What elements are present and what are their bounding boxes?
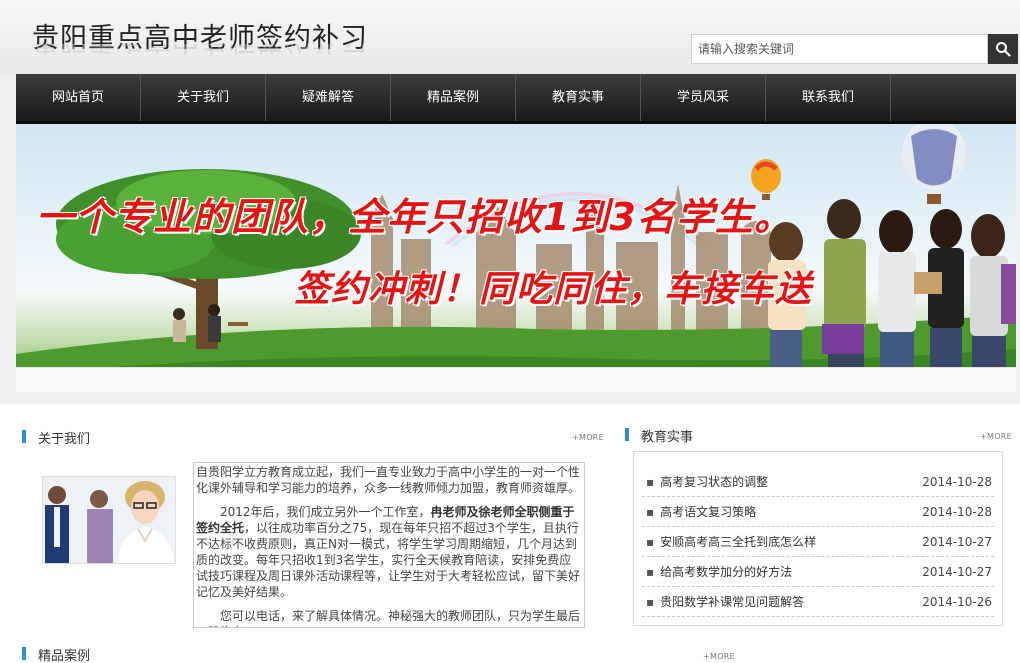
news-list: ▪ 高考复习状态的调整 2014-10-28 ▪ 高考语文复习策略 2014-10-… — [633, 451, 1003, 626]
main-nav: 网站首页 关于我们 疑难解答 精品案例 教育实事 学员风采 联系我们 — [16, 74, 1016, 124]
team-photo-illustration — [43, 477, 175, 563]
about-paragraph-2: 2012年后，我们成立另外一个工作室，冉老师及徐老师全职侧重于签约全托，以往成功… — [196, 504, 582, 600]
news-item-title-wrap: ▪ 给高考数学加分的好方法 — [646, 563, 792, 580]
about-paragraph-2-start: 2012年后，我们成立另外一个工作室， — [220, 505, 431, 519]
banner-slogan-line1: 一个专业的团队，全年只招收1到3名学生。 — [36, 195, 793, 239]
news-item-date: 2014-10-27 — [922, 534, 992, 549]
banner-slogan-line2: 签约冲刺！同吃同住，车接车送 — [294, 269, 813, 310]
search-input[interactable] — [691, 34, 988, 64]
news-item-date: 2014-10-28 — [922, 504, 992, 519]
nav-item-cases[interactable]: 精品案例 — [391, 74, 516, 121]
site-title-reflection: 贵阳重点高中老师签约补习 — [32, 44, 368, 62]
about-section-title[interactable]: 关于我们 — [22, 428, 90, 447]
news-item-title[interactable]: 高考复习状态的调整 — [660, 475, 768, 489]
about-paragraph-2-rest: ，以往成功率百分之75，现在每年只招不超过3个学生，且执行不达标不收费原则，真正… — [196, 521, 581, 599]
news-more-link[interactable]: +MORE — [980, 432, 1012, 441]
bullet-icon: ▪ — [646, 475, 655, 489]
news-item-title[interactable]: 给高考数学加分的好方法 — [660, 565, 792, 579]
banner-footer — [16, 367, 1016, 392]
hero-banner[interactable]: 一个专业的团队，全年只招收1到3名学生。 签约冲刺！同吃同住，车接车送 — [16, 124, 1016, 392]
news-item-title[interactable]: 安顺高考高三全托到底怎么样 — [660, 535, 816, 549]
news-item[interactable]: ▪ 安顺高考高三全托到底怎么样 2014-10-27 — [642, 527, 994, 557]
about-paragraph-3: 您可以电话，来了解具体情况。神秘强大的教师团队，只为学生最后一跳构力！ — [196, 609, 581, 627]
nav-item-contact[interactable]: 联系我们 — [766, 74, 891, 121]
bullet-icon: ▪ — [646, 535, 655, 549]
about-paragraph-1: 自贵阳学立方教育成立起，我们一直专业致力于高中小学生的一对一个性化课外辅导和学习… — [196, 465, 581, 495]
cases-section-title[interactable]: 精品案例 — [22, 645, 90, 663]
nav-item-qa[interactable]: 疑难解答 — [266, 74, 391, 121]
bullet-icon: ▪ — [646, 565, 655, 579]
about-text-scroller[interactable]: 自贵阳学立方教育成立起，我们一直专业致力于高中小学生的一对一个性化课外辅导和学习… — [193, 462, 585, 628]
news-item[interactable]: ▪ 给高考数学加分的好方法 2014-10-27 — [642, 557, 994, 587]
nav-item-students[interactable]: 学员风采 — [641, 74, 766, 121]
search-icon — [996, 42, 1011, 57]
news-item-title[interactable]: 高考语文复习策略 — [660, 505, 756, 519]
news-item[interactable]: ▪ 高考语文复习策略 2014-10-28 — [642, 497, 994, 527]
news-item-date: 2014-10-27 — [922, 564, 992, 579]
news-item-date: 2014-10-26 — [922, 594, 992, 609]
about-more-link[interactable]: +MORE — [572, 433, 604, 442]
bullet-icon: ▪ — [646, 505, 655, 519]
news-item-title-wrap: ▪ 高考语文复习策略 — [646, 503, 756, 520]
nav-item-about[interactable]: 关于我们 — [141, 74, 266, 121]
bullet-icon: ▪ — [646, 595, 655, 609]
news-item[interactable]: ▪ 高考复习状态的调整 2014-10-28 — [642, 467, 994, 497]
news-item-title-wrap: ▪ 高考复习状态的调整 — [646, 473, 768, 490]
news-item-date: 2014-10-28 — [922, 474, 992, 489]
nav-item-home[interactable]: 网站首页 — [16, 74, 141, 121]
news-item-title-wrap: ▪ 贵阳数学补课常见问题解答 — [646, 593, 804, 610]
cases-more-link[interactable]: +MORE — [703, 652, 735, 661]
news-item-title-wrap: ▪ 安顺高考高三全托到底怎么样 — [646, 533, 816, 550]
about-photo — [42, 476, 176, 564]
nav-item-news[interactable]: 教育实事 — [516, 74, 641, 121]
site-header: 贵阳重点高中老师签约补习 贵阳重点高中老师签约补习 — [0, 0, 1020, 74]
news-item-title[interactable]: 贵阳数学补课常见问题解答 — [660, 595, 804, 609]
banner-illustration — [16, 124, 1016, 392]
news-section-title[interactable]: 教育实事 — [625, 426, 693, 445]
search-button[interactable] — [988, 34, 1018, 64]
news-item[interactable]: ▪ 贵阳数学补课常见问题解答 2014-10-26 — [642, 587, 994, 617]
